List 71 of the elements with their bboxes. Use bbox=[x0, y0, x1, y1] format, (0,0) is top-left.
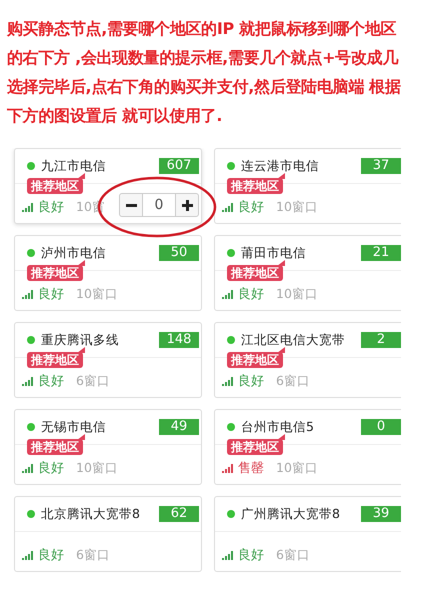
node-name: 泸州市电信 bbox=[41, 244, 107, 262]
status-dot bbox=[227, 249, 235, 257]
status-label: 良好 bbox=[38, 547, 64, 564]
quantity-value[interactable]: 0 bbox=[142, 194, 176, 216]
status-dot bbox=[227, 336, 235, 344]
window-count: 10窗口 bbox=[276, 198, 318, 216]
instruction-text: 购买静态节点,需要哪个地区的IP 就把鼠标移到哪个地区 的右下方 ,会出现数量的提示框,需要几个就点+号改成几 选择完毕后,点右下角的购买并支付,然后登陆电脑端 根据 下方的图设置后 就可以使用了. bbox=[7, 18, 402, 127]
node-name: 九江市电信 bbox=[41, 158, 107, 174]
window-count: 6窗口 bbox=[76, 372, 110, 390]
status-label: 良好 bbox=[238, 373, 264, 390]
status-label: 良好 bbox=[238, 286, 264, 303]
window-count: 10窗口 bbox=[276, 460, 318, 476]
node-card[interactable]: 台州市电信5 0 推荐地区 售罄 10窗口 bbox=[214, 409, 401, 485]
node-name: 重庆腾讯多线 bbox=[41, 332, 120, 348]
count-badge: 39 bbox=[361, 506, 401, 522]
plus-icon bbox=[182, 200, 192, 210]
count-badge: 21 bbox=[361, 245, 401, 261]
status-dot bbox=[227, 162, 235, 170]
status-dot bbox=[27, 162, 35, 170]
status-label: 良好 bbox=[38, 286, 64, 303]
recommended-tag: 推荐地区 bbox=[227, 352, 283, 368]
window-count: 10窗口 bbox=[76, 286, 118, 302]
status-label: 良好 bbox=[238, 199, 264, 216]
node-card[interactable]: 泸州市电信 50 推荐地区 良好 10窗口 bbox=[14, 235, 202, 311]
recommended-tag: 推荐地区 bbox=[227, 439, 283, 455]
status-label: 良好 bbox=[38, 460, 64, 477]
recommended-tag: 推荐地区 bbox=[27, 352, 83, 368]
recommended-tag: 推荐地区 bbox=[27, 439, 83, 455]
count-badge: 49 bbox=[159, 419, 199, 435]
window-count: 10窗口 bbox=[276, 286, 318, 302]
status-label: 良好 bbox=[38, 373, 64, 390]
node-card[interactable]: 广州腾讯大宽带8 39 良好 6窗口 bbox=[214, 496, 401, 572]
status-dot bbox=[227, 423, 235, 431]
node-name: 莆田市电信 bbox=[241, 244, 307, 262]
count-badge: 2 bbox=[361, 332, 401, 348]
recommended-tag: 推荐地区 bbox=[227, 178, 283, 194]
minus-icon bbox=[126, 204, 136, 206]
node-name: 北京腾讯大宽带8 bbox=[41, 506, 141, 522]
count-badge: 37 bbox=[361, 158, 401, 174]
node-card[interactable]: 重庆腾讯多线 148 推荐地区 良好 6窗口 bbox=[14, 322, 202, 398]
quantity-stepper[interactable]: 0 bbox=[119, 193, 199, 217]
status-label: 良好 bbox=[238, 547, 264, 564]
count-badge: 607 bbox=[159, 158, 199, 174]
node-name: 连云港市电信 bbox=[241, 158, 320, 174]
recommended-tag: 推荐地区 bbox=[27, 265, 83, 281]
status-label: 售罄 bbox=[238, 460, 264, 477]
node-name: 台州市电信5 bbox=[241, 418, 315, 436]
node-name: 江北区电信大宽带 bbox=[241, 332, 346, 348]
window-count: 6窗口 bbox=[76, 546, 110, 564]
status-dot bbox=[27, 336, 35, 344]
node-card[interactable]: 江北区电信大宽带 2 推荐地区 良好 6窗口 bbox=[214, 322, 401, 398]
window-count: 6窗口 bbox=[276, 372, 310, 390]
node-card[interactable]: 莆田市电信 21 推荐地区 良好 10窗口 bbox=[214, 235, 401, 311]
count-badge: 62 bbox=[159, 506, 199, 522]
recommended-tag: 推荐地区 bbox=[227, 265, 283, 281]
status-label: 良好 bbox=[38, 199, 64, 216]
node-name: 广州腾讯大宽带8 bbox=[241, 506, 341, 522]
node-card[interactable]: 连云港市电信 37 推荐地区 良好 10窗口 bbox=[214, 148, 401, 224]
node-card[interactable]: 无锡市电信 49 推荐地区 良好 10窗口 bbox=[14, 409, 202, 485]
status-dot bbox=[27, 249, 35, 257]
status-dot bbox=[227, 510, 235, 518]
status-dot bbox=[27, 510, 35, 518]
node-name: 无锡市电信 bbox=[41, 418, 107, 436]
count-badge: 148 bbox=[159, 332, 199, 348]
count-badge: 50 bbox=[159, 245, 199, 261]
recommended-tag: 推荐地区 bbox=[27, 178, 83, 194]
node-card[interactable]: 北京腾讯大宽带8 62 良好 6窗口 bbox=[14, 496, 202, 572]
window-count: 10窗口 bbox=[76, 460, 118, 476]
count-badge: 0 bbox=[361, 419, 401, 435]
status-dot bbox=[27, 423, 35, 431]
window-count: 6窗口 bbox=[276, 546, 310, 564]
